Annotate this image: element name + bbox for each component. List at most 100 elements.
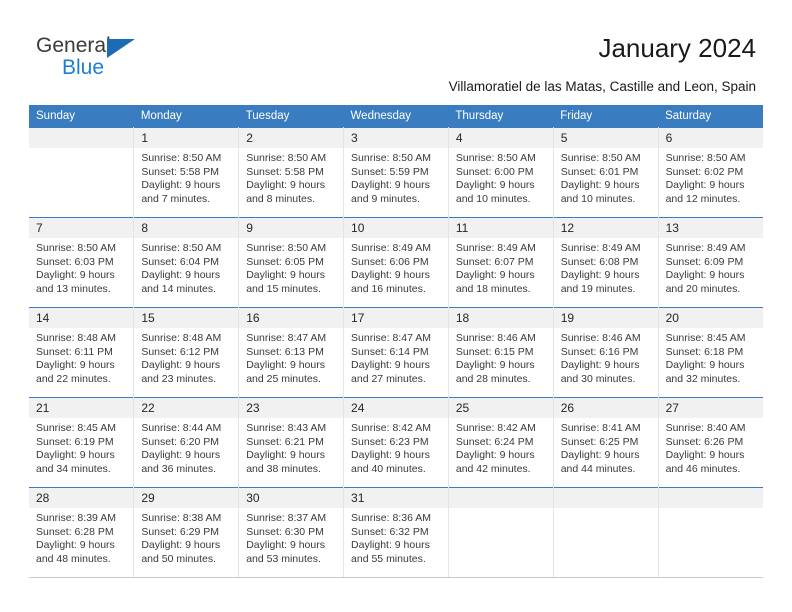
day-sun-info: Sunrise: 8:50 AM Sunset: 6:00 PM Daylight:… <box>449 148 553 206</box>
daylight-text: and 12 minutes. <box>665 192 741 205</box>
calendar-day-cell[interactable]: 18 Sunrise: 8:46 AM Sunset: 6:15 PM Dayligh… <box>448 307 554 398</box>
calendar-day-cell[interactable]: 6 Sunrise: 8:50 AM Sunset: 6:02 PM Daylight… <box>658 127 763 218</box>
daylight-text: Daylight: 9 hours <box>246 359 325 372</box>
sunset-text: Sunset: 6:32 PM <box>351 525 429 538</box>
sunset-text: Sunset: 6:29 PM <box>141 525 219 538</box>
calendar-day-cell[interactable]: 30 Sunrise: 8:37 AM Sunset: 6:30 PM Dayligh… <box>238 487 345 578</box>
calendar-day-cell[interactable]: 29 Sunrise: 8:38 AM Sunset: 6:29 PM Dayligh… <box>133 487 240 578</box>
sunset-text: Sunset: 5:59 PM <box>351 165 429 178</box>
sunset-text: Sunset: 6:02 PM <box>665 165 744 178</box>
calendar-day-cell[interactable]: 25 Sunrise: 8:42 AM Sunset: 6:24 PM Dayligh… <box>448 397 554 488</box>
daylight-text: and 38 minutes. <box>246 462 321 475</box>
calendar-page: General Blue January 2024 Villamoratiel … <box>0 0 792 612</box>
calendar-day-cell[interactable]: 5 Sunrise: 8:50 AM Sunset: 6:01 PM Daylight… <box>553 127 659 218</box>
calendar-day-cell[interactable]: 28 Sunrise: 8:39 AM Sunset: 6:28 PM Dayligh… <box>29 487 135 578</box>
daylight-text: and 7 minutes. <box>141 192 211 205</box>
sunrise-text: Sunrise: 8:47 AM <box>246 332 327 344</box>
calendar-day-cell[interactable]: 2 Sunrise: 8:50 AM Sunset: 5:58 PM Daylight… <box>238 127 345 218</box>
day-number: 24 <box>344 398 448 418</box>
calendar-day-cell[interactable]: 27 Sunrise: 8:40 AM Sunset: 6:26 PM Dayligh… <box>658 397 763 488</box>
daylight-text: and 14 minutes. <box>141 282 217 295</box>
calendar-day-cell[interactable]: 10 Sunrise: 8:49 AM Sunset: 6:06 PM Dayligh… <box>343 217 449 308</box>
sunrise-text: Sunrise: 8:45 AM <box>36 422 116 434</box>
sunset-text: Sunset: 6:06 PM <box>351 255 429 268</box>
sunset-text: Sunset: 6:18 PM <box>665 345 744 358</box>
daylight-text: and 23 minutes. <box>141 372 217 385</box>
calendar-day-cell[interactable]: 9 Sunrise: 8:50 AM Sunset: 6:05 PM Daylight… <box>238 217 345 308</box>
sunset-text: Sunset: 6:30 PM <box>246 525 324 538</box>
daylight-text: and 53 minutes. <box>246 552 321 565</box>
day-number: 2 <box>239 128 344 148</box>
calendar-day-cell[interactable]: 3 Sunrise: 8:50 AM Sunset: 5:59 PM Daylight… <box>343 127 449 218</box>
daylight-text: and 27 minutes. <box>351 372 426 385</box>
daylight-text: and 22 minutes. <box>36 372 111 385</box>
calendar-day-cell[interactable]: 7 Sunrise: 8:50 AM Sunset: 6:03 PM Daylight… <box>29 217 135 308</box>
calendar-day-cell[interactable]: 31 Sunrise: 8:36 AM Sunset: 6:32 PM Dayligh… <box>343 487 449 578</box>
day-number: 9 <box>239 218 344 238</box>
daylight-text: and 25 minutes. <box>246 372 321 385</box>
calendar-day-cell[interactable]: 12 Sunrise: 8:49 AM Sunset: 6:08 PM Dayligh… <box>553 217 659 308</box>
daylight-text: Daylight: 9 hours <box>246 539 325 552</box>
calendar-day-cell[interactable]: 14 Sunrise: 8:48 AM Sunset: 6:11 PM Dayligh… <box>29 307 135 398</box>
logo-triangle-icon <box>107 39 135 58</box>
day-sun-info: Sunrise: 8:49 AM Sunset: 6:06 PM Daylight:… <box>344 238 448 296</box>
sunrise-text: Sunrise: 8:50 AM <box>246 242 327 254</box>
general-blue-logo[interactable]: General Blue <box>36 34 166 82</box>
daylight-text: Daylight: 9 hours <box>351 179 430 192</box>
calendar-empty-cell <box>448 487 554 578</box>
day-sun-info: Sunrise: 8:50 AM Sunset: 5:58 PM Daylight:… <box>134 148 238 206</box>
daylight-text: and 40 minutes. <box>351 462 426 475</box>
day-sun-info: Sunrise: 8:49 AM Sunset: 6:07 PM Daylight:… <box>449 238 553 296</box>
calendar-day-cell[interactable]: 11 Sunrise: 8:49 AM Sunset: 6:07 PM Dayligh… <box>448 217 554 308</box>
daylight-text: Daylight: 9 hours <box>351 449 430 462</box>
calendar-week-row: 1 Sunrise: 8:50 AM Sunset: 5:58 PM Daylight… <box>29 127 763 218</box>
daylight-text: and 55 minutes. <box>351 552 426 565</box>
daylight-text: Daylight: 9 hours <box>36 449 115 462</box>
daylight-text: Daylight: 9 hours <box>141 359 221 372</box>
sunrise-text: Sunrise: 8:43 AM <box>246 422 327 434</box>
daylight-text: Daylight: 9 hours <box>455 359 535 372</box>
day-number: 28 <box>29 488 134 508</box>
daylight-text: Daylight: 9 hours <box>36 359 115 372</box>
calendar-day-cell[interactable]: 21 Sunrise: 8:45 AM Sunset: 6:19 PM Dayligh… <box>29 397 135 488</box>
day-sun-info: Sunrise: 8:42 AM Sunset: 6:24 PM Daylight:… <box>449 418 553 476</box>
calendar-day-cell[interactable]: 17 Sunrise: 8:47 AM Sunset: 6:14 PM Dayligh… <box>343 307 449 398</box>
calendar-day-cell[interactable]: 13 Sunrise: 8:49 AM Sunset: 6:09 PM Dayligh… <box>658 217 763 308</box>
sunset-text: Sunset: 6:12 PM <box>141 345 219 358</box>
calendar-day-cell[interactable]: 8 Sunrise: 8:50 AM Sunset: 6:04 PM Daylight… <box>133 217 240 308</box>
day-number: 22 <box>134 398 239 418</box>
day-number: 6 <box>658 128 763 148</box>
day-number: 3 <box>344 128 448 148</box>
calendar-day-cell[interactable]: 26 Sunrise: 8:41 AM Sunset: 6:25 PM Dayligh… <box>553 397 659 488</box>
day-sun-info: Sunrise: 8:37 AM Sunset: 6:30 PM Daylight:… <box>239 508 343 566</box>
calendar-day-cell[interactable]: 22 Sunrise: 8:44 AM Sunset: 6:20 PM Dayligh… <box>133 397 240 488</box>
sunrise-text: Sunrise: 8:36 AM <box>351 512 431 524</box>
calendar-day-cell[interactable]: 23 Sunrise: 8:43 AM Sunset: 6:21 PM Dayligh… <box>238 397 345 488</box>
calendar-day-cell[interactable]: 19 Sunrise: 8:46 AM Sunset: 6:16 PM Dayligh… <box>553 307 659 398</box>
calendar-day-cell[interactable]: 16 Sunrise: 8:47 AM Sunset: 6:13 PM Dayligh… <box>238 307 345 398</box>
daylight-text: Daylight: 9 hours <box>351 269 430 282</box>
calendar-day-cell[interactable]: 4 Sunrise: 8:50 AM Sunset: 6:00 PM Daylight… <box>448 127 554 218</box>
sunset-text: Sunset: 6:11 PM <box>36 345 113 358</box>
sunrise-text: Sunrise: 8:50 AM <box>141 242 222 254</box>
day-number: 27 <box>658 398 763 418</box>
daylight-text: and 36 minutes. <box>141 462 217 475</box>
calendar-day-cell[interactable]: 15 Sunrise: 8:48 AM Sunset: 6:12 PM Dayligh… <box>133 307 240 398</box>
sunset-text: Sunset: 6:01 PM <box>560 165 639 178</box>
sunrise-text: Sunrise: 8:42 AM <box>455 422 536 434</box>
day-sun-info: Sunrise: 8:41 AM Sunset: 6:25 PM Daylight:… <box>554 418 658 476</box>
sunrise-text: Sunrise: 8:46 AM <box>560 332 641 344</box>
calendar-week-row: 14 Sunrise: 8:48 AM Sunset: 6:11 PM Dayligh… <box>29 307 763 398</box>
sunrise-text: Sunrise: 8:46 AM <box>455 332 536 344</box>
sunrise-text: Sunrise: 8:48 AM <box>36 332 116 344</box>
day-number: 20 <box>658 308 763 328</box>
day-sun-info: Sunrise: 8:46 AM Sunset: 6:15 PM Daylight:… <box>449 328 553 386</box>
calendar-day-cell[interactable]: 1 Sunrise: 8:50 AM Sunset: 5:58 PM Daylight… <box>133 127 240 218</box>
daylight-text: and 44 minutes. <box>560 462 636 475</box>
day-number: 12 <box>553 218 658 238</box>
day-sun-info: Sunrise: 8:45 AM Sunset: 6:19 PM Daylight:… <box>29 418 133 476</box>
calendar-body: 1 Sunrise: 8:50 AM Sunset: 5:58 PM Daylight… <box>29 127 763 578</box>
sunset-text: Sunset: 6:05 PM <box>246 255 324 268</box>
calendar-day-cell[interactable]: 24 Sunrise: 8:42 AM Sunset: 6:23 PM Dayligh… <box>343 397 449 488</box>
calendar-day-cell[interactable]: 20 Sunrise: 8:45 AM Sunset: 6:18 PM Dayligh… <box>658 307 763 398</box>
